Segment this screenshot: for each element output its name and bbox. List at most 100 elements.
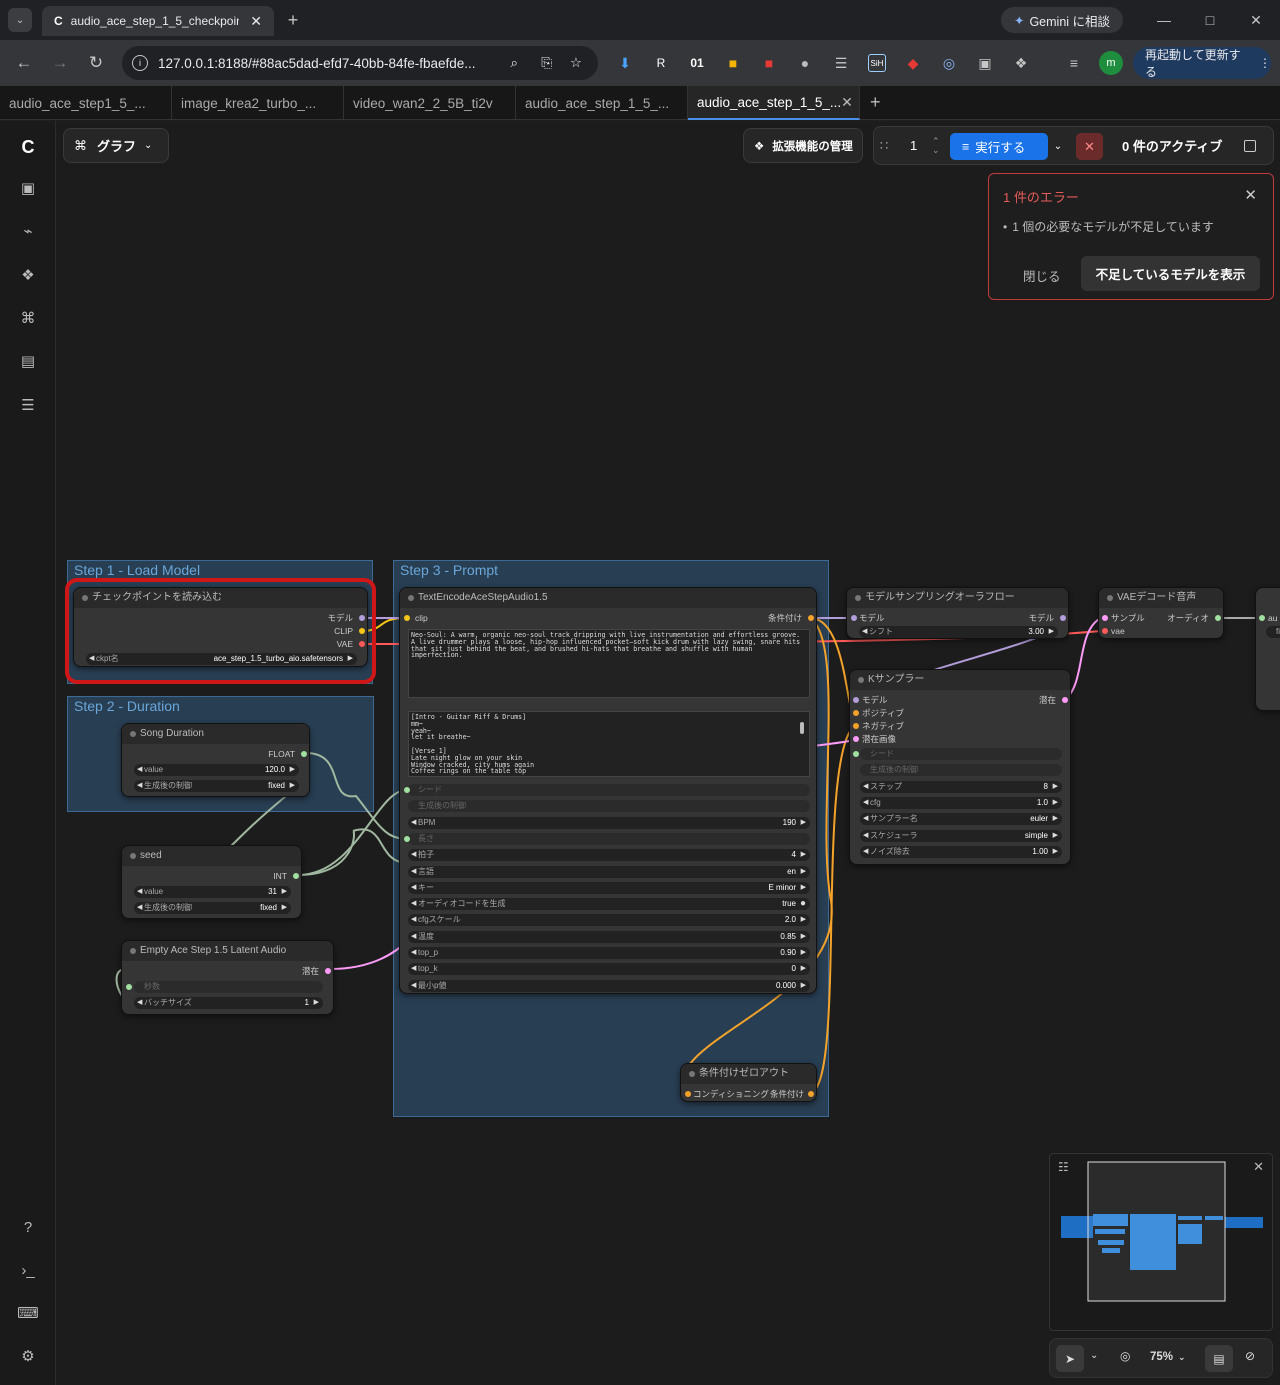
node-empty-latent-audio[interactable]: Empty Ace Step 1.5 Latent Audio 潜在 秒数 ◀ … [121, 940, 334, 1015]
node-text-encode-ace-step[interactable]: TextEncodeAceStepAudio1.5 clip 条件付け Neo-… [399, 587, 817, 994]
arrow-right-icon[interactable]: ▶ [801, 963, 806, 975]
node-seed[interactable]: seed INT ◀ value 31 ▶ ◀ 生成後の制御 fixed ▶ [121, 845, 302, 919]
install-app-icon[interactable]: ⎘ [541, 55, 552, 71]
batch-size-widget[interactable]: ◀ バッチサイズ 1 ▶ [134, 997, 323, 1009]
gemini-button[interactable]: ✦ Gemini に相談 [1001, 7, 1123, 33]
arrow-right-icon[interactable]: ▶ [314, 997, 319, 1009]
alert-extension-icon[interactable]: ◆ [901, 51, 925, 75]
mcafee-extension-icon[interactable]: ■ [757, 51, 781, 75]
puzzle-extensions-icon[interactable]: ❖ [1009, 51, 1033, 75]
browser-tab-active[interactable]: C audio_ace_step_1_5_checkpoint ✕ [42, 6, 274, 36]
rw-extension-icon[interactable]: R [649, 51, 673, 75]
batch-stepper-icon[interactable]: ⌃ ⌄ [932, 136, 940, 155]
input-latent-slot[interactable] [853, 736, 859, 742]
forward-arrow-icon[interactable]: → [48, 51, 72, 75]
arrow-left-icon[interactable]: ◀ [411, 963, 416, 975]
input-model-slot[interactable] [853, 697, 859, 703]
arrow-right-icon[interactable]: ▶ [801, 980, 806, 992]
maximize-window-icon[interactable]: □ [1198, 8, 1222, 32]
close-icon[interactable]: ✕ [1244, 186, 1257, 204]
input-audio-slot[interactable] [1259, 615, 1265, 621]
help-icon[interactable]: ? [16, 1215, 40, 1239]
models-icon[interactable]: ❖ [16, 263, 40, 287]
reload-icon[interactable]: ↻ [84, 51, 108, 75]
output-conditioning-slot[interactable] [808, 615, 814, 621]
01-extension-icon[interactable]: 01 [685, 51, 709, 75]
extensions-manager-button[interactable]: ❖ 拡張機能の管理 [743, 128, 863, 163]
input-clip-slot[interactable] [404, 615, 410, 621]
widget-5[interactable]: ◀ スケジューラ simple ▶ [860, 829, 1062, 842]
input-widget-slot[interactable] [404, 787, 410, 793]
node-song-duration[interactable]: Song Duration FLOAT ◀ value 120.0 ▶ ◀ 生成… [121, 723, 310, 797]
arrow-right-icon[interactable]: ▶ [801, 866, 806, 878]
restart-update-button[interactable]: 再起動して更新する ⋮ [1133, 47, 1271, 79]
arrow-left-icon[interactable]: ◀ [137, 902, 142, 914]
input-model-slot[interactable] [851, 615, 857, 621]
profile-avatar[interactable]: m [1099, 51, 1123, 75]
arrow-right-icon[interactable]: ▶ [801, 882, 806, 894]
widget-12[interactable]: ◀ 最小p値 0.000 ▶ [408, 979, 810, 992]
arrow-right-icon[interactable]: ▶ [801, 947, 806, 959]
input-conditioning-slot[interactable] [685, 1091, 691, 1097]
output-latent-slot[interactable] [1062, 697, 1068, 703]
arrow-left-icon[interactable]: ◀ [863, 813, 868, 825]
widget-5[interactable]: ◀ 言語 en ▶ [408, 865, 810, 878]
arrow-right-icon[interactable]: ▶ [282, 902, 287, 914]
arrow-right-icon[interactable]: ▶ [290, 764, 295, 776]
arrow-right-icon[interactable]: ▶ [1053, 781, 1058, 793]
minimize-window-icon[interactable]: — [1152, 8, 1176, 32]
arrow-left-icon[interactable]: ◀ [863, 797, 868, 809]
toggle-switch-icon[interactable]: ● [800, 898, 806, 910]
minimap-toggle-icon[interactable]: ▤ [1205, 1345, 1233, 1372]
arrow-right-icon[interactable]: ▶ [1049, 626, 1054, 638]
settings-gear-icon[interactable]: ⚙ [16, 1344, 40, 1368]
zoom-level[interactable]: 75% ⌄ [1150, 1351, 1186, 1363]
address-bar[interactable]: i 127.0.0.1:8188/#88ac5dad-efd7-40bb-84f… [122, 46, 598, 80]
minimap[interactable]: ☷ ✕ [1049, 1153, 1273, 1331]
node-vae-decode-audio[interactable]: VAEデコード音声 サンプル vae オーディオ [1098, 587, 1224, 639]
arrow-right-icon[interactable]: ▶ [801, 914, 806, 926]
arrow-left-icon[interactable]: ◀ [411, 914, 416, 926]
workflow-tab[interactable]: audio_ace_step_1_5_... [516, 86, 688, 120]
arrow-right-icon[interactable]: ▶ [1053, 797, 1058, 809]
circle-extension-icon[interactable]: ● [793, 51, 817, 75]
arrow-right-icon[interactable]: ▶ [1053, 830, 1058, 842]
cancel-run-button[interactable]: ✕ [1076, 133, 1103, 160]
lyrics-textarea[interactable]: [Intro - Guitar Riff & Drums] mm~ yeah~ … [408, 711, 810, 777]
fit-view-icon[interactable]: ◎ [1120, 1349, 1130, 1363]
cast-icon[interactable]: ≡ [1062, 51, 1086, 75]
arrow-left-icon[interactable]: ◀ [411, 817, 416, 829]
output-float-slot[interactable] [301, 751, 307, 757]
arrow-left-icon[interactable]: ◀ [411, 849, 416, 861]
arrow-left-icon[interactable]: ◀ [137, 997, 142, 1009]
toggle-panel-icon[interactable] [1244, 139, 1256, 152]
keyboard-icon[interactable]: ⌨ [16, 1301, 40, 1325]
output-int-slot[interactable] [293, 873, 299, 879]
close-icon[interactable]: ✕ [841, 94, 853, 111]
arrow-left-icon[interactable]: ◀ [137, 780, 142, 792]
workflow-tab-active[interactable]: audio_ace_step_1_5_... ✕ [688, 86, 860, 120]
close-window-icon[interactable]: ✕ [1244, 8, 1268, 32]
lyrics-scrollbar[interactable] [800, 722, 804, 734]
run-button[interactable]: ≡ 実行する [950, 133, 1048, 160]
arrow-right-icon[interactable]: ▶ [801, 817, 806, 829]
hide-links-icon[interactable]: ⊘ [1245, 1349, 1255, 1363]
node-conditioning-zero-out[interactable]: 条件付けゼロアウト コンディショニング 条件付け [680, 1063, 817, 1102]
value-number-widget[interactable]: ◀ value 31 ▶ [134, 886, 291, 898]
arrow-right-icon[interactable]: ▶ [1053, 846, 1058, 858]
assets-icon[interactable]: ▣ [16, 176, 40, 200]
input-widget-slot[interactable] [404, 835, 410, 842]
output-conditioning-slot[interactable] [808, 1091, 814, 1097]
close-error-button[interactable]: 閉じる [1023, 266, 1061, 285]
output-model-slot[interactable] [1060, 615, 1066, 621]
arrow-left-icon[interactable]: ◀ [862, 626, 867, 638]
arrow-right-icon[interactable]: ▶ [282, 886, 287, 898]
widget-2[interactable]: ◀ ステップ 8 ▶ [860, 780, 1062, 793]
widget-4[interactable]: ◀ 拍子 4 ▶ [408, 849, 810, 862]
run-options-dropdown[interactable]: ⌄ [1048, 133, 1068, 160]
widget-6[interactable]: ◀ キー E minor ▶ [408, 881, 810, 894]
workflows-icon[interactable]: ⌘ [16, 306, 40, 330]
input-positive-slot[interactable] [853, 710, 859, 716]
bookmark-star-icon[interactable]: ☆ [570, 55, 582, 71]
input-seed-slot[interactable] [853, 751, 859, 757]
